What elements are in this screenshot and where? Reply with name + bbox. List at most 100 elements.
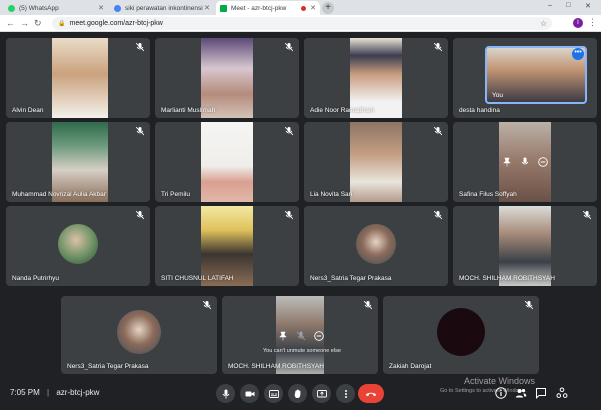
- present-screen-button[interactable]: [312, 384, 331, 403]
- mic-off-icon: [136, 211, 144, 220]
- camera-toggle-button[interactable]: [240, 384, 259, 403]
- participant-tile[interactable]: Marlianti Muslimah: [155, 38, 299, 118]
- participant-name: Ners3_Satria Tegar Prakasa: [310, 275, 392, 282]
- tab-title: siki perawatan inkontinensia fekal: [125, 4, 203, 12]
- self-label: You: [492, 92, 503, 99]
- participant-tile[interactable]: SITI CHUSNUL LATIFAH: [155, 206, 299, 286]
- meet-icon: [220, 4, 227, 12]
- participant-video: [201, 206, 253, 286]
- chat-icon[interactable]: [535, 387, 547, 399]
- participant-tile[interactable]: Zakiah Darojat: [383, 296, 539, 374]
- mic-off-icon: [203, 301, 211, 310]
- whatsapp-icon: [8, 4, 15, 12]
- more-vert-icon: [344, 389, 347, 398]
- participant-tile[interactable]: Safina Filus Soffyah: [453, 122, 597, 202]
- participant-name: SITI CHUSNUL LATIFAH: [161, 275, 234, 282]
- url-text: meet.google.com/azr-btcj-pkw: [69, 20, 163, 27]
- participant-video: [350, 122, 402, 202]
- meeting-separator: |: [47, 388, 50, 397]
- tab-google-search[interactable]: siki perawatan inkontinensia fekal ✕: [110, 1, 214, 15]
- mic-off-icon: [525, 301, 533, 310]
- mic-off-icon: [285, 43, 293, 52]
- mic-off-icon: [434, 211, 442, 220]
- self-more-options-button[interactable]: •••: [572, 48, 584, 60]
- browser-menu-icon[interactable]: ⋮: [588, 17, 597, 28]
- close-window-button[interactable]: ✕: [585, 2, 591, 10]
- pin-icon[interactable]: [278, 331, 288, 341]
- reload-icon[interactable]: ↻: [34, 18, 42, 29]
- tab-close-icon[interactable]: ✕: [204, 4, 210, 12]
- meeting-code: azr-btcj-pkw: [56, 388, 100, 397]
- participant-name: Safina Filus Soffyah: [459, 191, 517, 198]
- tab-close-icon[interactable]: ✕: [310, 4, 316, 12]
- participant-tile[interactable]: Tri Pemilu: [155, 122, 299, 202]
- minimize-button[interactable]: –: [548, 2, 552, 9]
- mic-off-icon: [136, 43, 144, 52]
- participant-video: [201, 122, 253, 202]
- participant-avatar: [58, 224, 98, 264]
- tab-title: (5) WhatsApp: [19, 4, 59, 12]
- mic-off-icon: [434, 127, 442, 136]
- participant-tile[interactable]: Muhammad Novrizal Aulia Akbar: [6, 122, 150, 202]
- tab-close-icon[interactable]: ✕: [98, 4, 104, 12]
- participant-name: MOCH. SHILHAM ROBITHSYAH: [228, 363, 324, 370]
- google-icon: [114, 4, 121, 12]
- pin-icon[interactable]: [502, 157, 512, 167]
- profile-avatar[interactable]: I: [573, 18, 583, 28]
- participant-tile[interactable]: Ners3_Satria Tegar Prakasa: [61, 296, 217, 374]
- meeting-info: 7:05 PM | azr-btcj-pkw: [10, 388, 99, 397]
- present-icon: [316, 389, 327, 397]
- browser-tab-strip: (5) WhatsApp ✕ siki perawatan inkontinen…: [0, 0, 601, 15]
- mic-off-icon: [434, 43, 442, 52]
- participant-tile[interactable]: Nanda Putrirhyu: [6, 206, 150, 286]
- mic-off-icon: [285, 127, 293, 136]
- raise-hand-button[interactable]: [288, 384, 307, 403]
- remove-participant-icon[interactable]: [314, 331, 324, 341]
- participant-tile[interactable]: You can't unmute someone else MOCH. SHIL…: [222, 296, 378, 374]
- participant-name: Tri Pemilu: [161, 191, 191, 198]
- mic-off-icon: [285, 211, 293, 220]
- more-options-button[interactable]: [336, 384, 355, 403]
- leave-call-button[interactable]: [358, 384, 384, 403]
- participant-avatar: [356, 224, 396, 264]
- new-tab-button[interactable]: +: [322, 2, 334, 14]
- back-icon[interactable]: ←: [6, 18, 15, 28]
- mic-off-icon: [583, 211, 591, 220]
- participant-avatar: [437, 308, 485, 356]
- tab-meet[interactable]: Meet - azr-btcj-pkw ✕: [216, 1, 320, 15]
- camera-icon: [245, 391, 254, 396]
- participant-name: Adie Noor Ramadhani: [310, 107, 374, 114]
- participant-tile[interactable]: Ners3_Satria Tegar Prakasa: [304, 206, 448, 286]
- tab-whatsapp[interactable]: (5) WhatsApp ✕: [4, 1, 108, 15]
- participant-video: [201, 38, 253, 118]
- participant-name: Zakiah Darojat: [389, 363, 432, 370]
- participant-tile[interactable]: MOCH. SHILHAM ROBITHSYAH: [453, 206, 597, 286]
- recording-dot-icon: [301, 5, 306, 11]
- forward-icon[interactable]: →: [20, 18, 29, 28]
- cant-unmute-tooltip: You can't unmute someone else: [263, 348, 341, 354]
- bookmark-star-icon[interactable]: ☆: [540, 19, 547, 28]
- participant-tile[interactable]: Alvin Dean: [6, 38, 150, 118]
- lock-icon: 🔒: [58, 21, 66, 27]
- activate-windows-title: Activate Windows: [464, 376, 536, 386]
- maximize-button[interactable]: □: [566, 2, 570, 9]
- captions-button[interactable]: [264, 384, 283, 403]
- mic-toggle-button[interactable]: [216, 384, 235, 403]
- participant-name: Marlianti Muslimah: [161, 107, 216, 114]
- mute-participant-icon[interactable]: [520, 157, 530, 167]
- hang-up-icon: [365, 392, 377, 396]
- participant-tile[interactable]: Lia Novita Sari: [304, 122, 448, 202]
- participant-tile[interactable]: Adie Noor Ramadhani: [304, 38, 448, 118]
- activities-icon[interactable]: [556, 387, 568, 399]
- participant-video: [499, 206, 551, 286]
- participant-name: MOCH. SHILHAM ROBITHSYAH: [459, 275, 555, 282]
- participant-video: [350, 38, 402, 118]
- microphone-icon: [222, 389, 229, 398]
- remove-participant-icon[interactable]: [538, 157, 548, 167]
- address-bar-row: ← → ↻ 🔒 meet.google.com/azr-btcj-pkw ☆ I…: [0, 15, 601, 32]
- participant-video: [52, 122, 108, 202]
- meeting-time: 7:05 PM: [10, 388, 40, 397]
- captions-icon: [268, 389, 279, 398]
- omnibox[interactable]: 🔒 meet.google.com/azr-btcj-pkw: [52, 17, 552, 30]
- participant-name: Lia Novita Sari: [310, 191, 353, 198]
